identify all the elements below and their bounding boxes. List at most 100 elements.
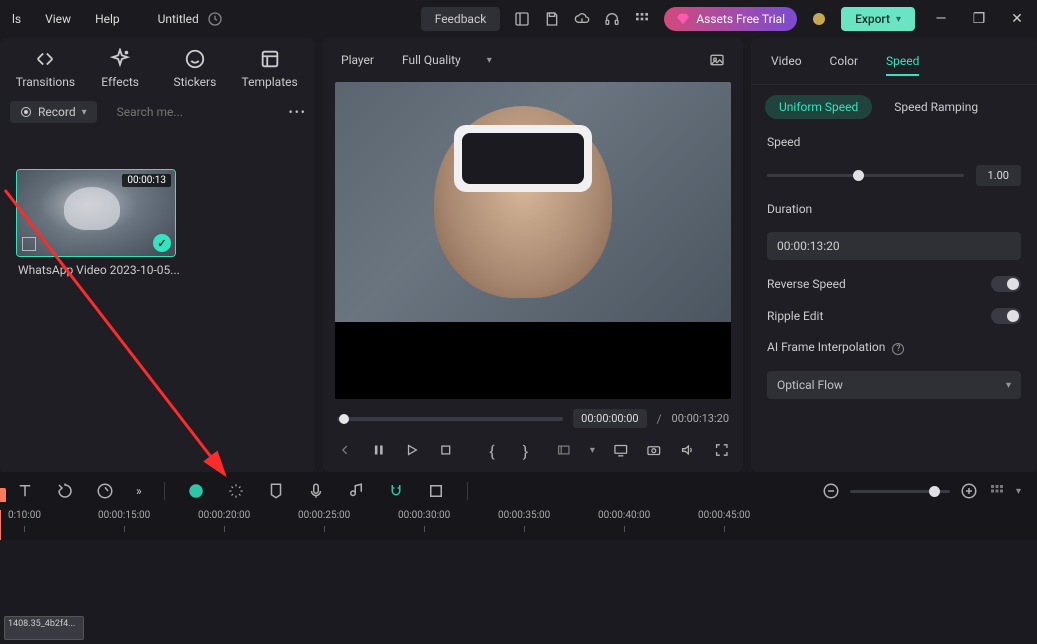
- stickers-icon: [184, 48, 206, 70]
- playhead[interactable]: [0, 510, 1, 540]
- titlebar: ls View Help Untitled Feedback Assets Fr…: [0, 0, 1037, 38]
- play-pause-icon[interactable]: [371, 442, 387, 458]
- duration-input[interactable]: 00:00:13:20: [767, 232, 1021, 260]
- volume-icon[interactable]: [680, 442, 696, 458]
- zoom-slider[interactable]: [850, 490, 950, 493]
- cloud-icon[interactable]: [574, 11, 590, 27]
- assets-trial-button[interactable]: Assets Free Trial: [664, 7, 797, 31]
- stop-icon[interactable]: [438, 442, 454, 458]
- grid-view-icon[interactable]: [988, 482, 1006, 500]
- mic-tool-icon[interactable]: [307, 482, 325, 500]
- history-icon[interactable]: [207, 11, 223, 27]
- reverse-toggle[interactable]: [991, 276, 1021, 292]
- chevron-down-icon[interactable]: ▾: [590, 445, 595, 456]
- play-icon[interactable]: [404, 442, 420, 458]
- more-tools-icon[interactable]: »: [136, 484, 142, 498]
- more-icon[interactable]: •••: [289, 105, 307, 119]
- subtab-speed-ramping[interactable]: Speed Ramping: [890, 95, 982, 119]
- timeline-track[interactable]: 1408.35_4b2f4...: [0, 540, 1037, 644]
- save-icon[interactable]: [544, 11, 560, 27]
- main-area: Transitions Effects Stickers Templates R…: [0, 38, 1037, 472]
- current-time: 00:00:00:00: [573, 409, 646, 428]
- ripple-toggle[interactable]: [991, 308, 1021, 324]
- export-label: Export: [855, 12, 890, 26]
- help-icon[interactable]: ?: [892, 343, 904, 355]
- transitions-icon: [34, 48, 56, 70]
- inspector-tabs: Video Color Speed: [751, 38, 1037, 85]
- quality-value: Full Quality: [402, 53, 461, 67]
- video-frame: [335, 82, 731, 322]
- chevron-down-icon: ▾: [487, 55, 492, 66]
- total-time: 00:00:13:20: [672, 412, 729, 425]
- ratio-icon[interactable]: [556, 442, 572, 458]
- ruler-tick: 00:00:20:00: [198, 510, 250, 521]
- frame-icon: [22, 237, 36, 251]
- music-tool-icon[interactable]: [347, 482, 365, 500]
- media-clip[interactable]: 00:00:13 ✓: [16, 169, 176, 257]
- ruler-tick: 00:00:30:00: [398, 510, 450, 521]
- tab-templates[interactable]: Templates: [238, 48, 302, 89]
- ruler-tick: 0:10:00: [8, 510, 41, 521]
- tab-speed[interactable]: Speed: [886, 54, 919, 76]
- chevron-down-icon: ▾: [82, 107, 87, 118]
- speed-subtabs: Uniform Speed Speed Ramping: [751, 85, 1037, 129]
- tab-stickers[interactable]: Stickers: [163, 48, 227, 89]
- mark-out-icon[interactable]: }: [523, 442, 539, 458]
- ripple-label: Ripple Edit: [767, 309, 823, 323]
- text-tool-icon[interactable]: [16, 482, 34, 500]
- grid-icon[interactable]: [634, 11, 650, 27]
- ai-tool-icon[interactable]: [187, 482, 205, 500]
- duration-label: Duration: [767, 202, 1021, 216]
- progress-bar[interactable]: [337, 417, 563, 421]
- video-viewport[interactable]: [335, 82, 731, 399]
- display-icon[interactable]: [613, 442, 629, 458]
- zoom-out-icon[interactable]: [822, 482, 840, 500]
- prev-frame-icon[interactable]: [337, 442, 353, 458]
- fullscreen-icon[interactable]: [714, 442, 730, 458]
- marker-tool-icon[interactable]: [267, 482, 285, 500]
- gem-icon: [676, 12, 690, 26]
- tab-transitions-label: Transitions: [16, 75, 75, 89]
- progress-knob[interactable]: [339, 414, 349, 424]
- mark-in-icon[interactable]: {: [489, 442, 505, 458]
- ai-interp-label: AI Frame Interpolation ?: [767, 340, 1021, 355]
- camera-icon[interactable]: [646, 442, 662, 458]
- player-header: Player Full Quality ▾: [323, 38, 743, 74]
- subtab-uniform-speed[interactable]: Uniform Speed: [765, 95, 872, 119]
- tab-color[interactable]: Color: [830, 54, 858, 76]
- export-button[interactable]: Export ▾: [841, 7, 915, 31]
- window-minimize[interactable]: —: [929, 11, 953, 27]
- timeline-ruler[interactable]: 0:10:00 00:00:15:00 00:00:20:00 00:00:25…: [0, 510, 1037, 540]
- tab-video[interactable]: Video: [771, 54, 802, 76]
- player-label: Player: [341, 53, 374, 67]
- ai-interp-select[interactable]: Optical Flow ▾: [767, 371, 1021, 399]
- search-input[interactable]: [113, 105, 273, 119]
- tab-effects[interactable]: Effects: [88, 48, 152, 89]
- chevron-down-icon: ▾: [1006, 380, 1011, 391]
- zoom-controls: ▾: [822, 482, 1021, 500]
- sparkle-tool-icon[interactable]: [227, 482, 245, 500]
- magnet-tool-icon[interactable]: [387, 482, 405, 500]
- zoom-in-icon[interactable]: [960, 482, 978, 500]
- globe-icon[interactable]: [811, 11, 827, 27]
- quality-select[interactable]: Full Quality ▾: [402, 53, 492, 67]
- zoom-knob[interactable]: [929, 486, 940, 497]
- feedback-button[interactable]: Feedback: [421, 7, 501, 31]
- speed-value[interactable]: 1.00: [976, 165, 1021, 186]
- slider-knob[interactable]: [853, 170, 864, 181]
- window-close[interactable]: ✕: [1005, 11, 1029, 27]
- headset-icon[interactable]: [604, 11, 620, 27]
- ruler-tick: 00:00:25:00: [298, 510, 350, 521]
- layout-icon[interactable]: [514, 11, 530, 27]
- speed-tool-icon[interactable]: [96, 482, 114, 500]
- snapshot-icon[interactable]: [709, 52, 725, 68]
- rotate-tool-icon[interactable]: [56, 482, 74, 500]
- chevron-down-icon[interactable]: ▾: [1016, 486, 1021, 497]
- tab-transitions[interactable]: Transitions: [13, 48, 77, 89]
- window-maximize[interactable]: ❐: [967, 11, 991, 27]
- speed-slider[interactable]: [767, 174, 964, 177]
- crop-tool-icon[interactable]: [427, 482, 445, 500]
- record-button[interactable]: Record ▾: [10, 101, 97, 123]
- timeline-clip[interactable]: 1408.35_4b2f4...: [4, 616, 84, 640]
- tool-tabs: Transitions Effects Stickers Templates: [0, 38, 315, 95]
